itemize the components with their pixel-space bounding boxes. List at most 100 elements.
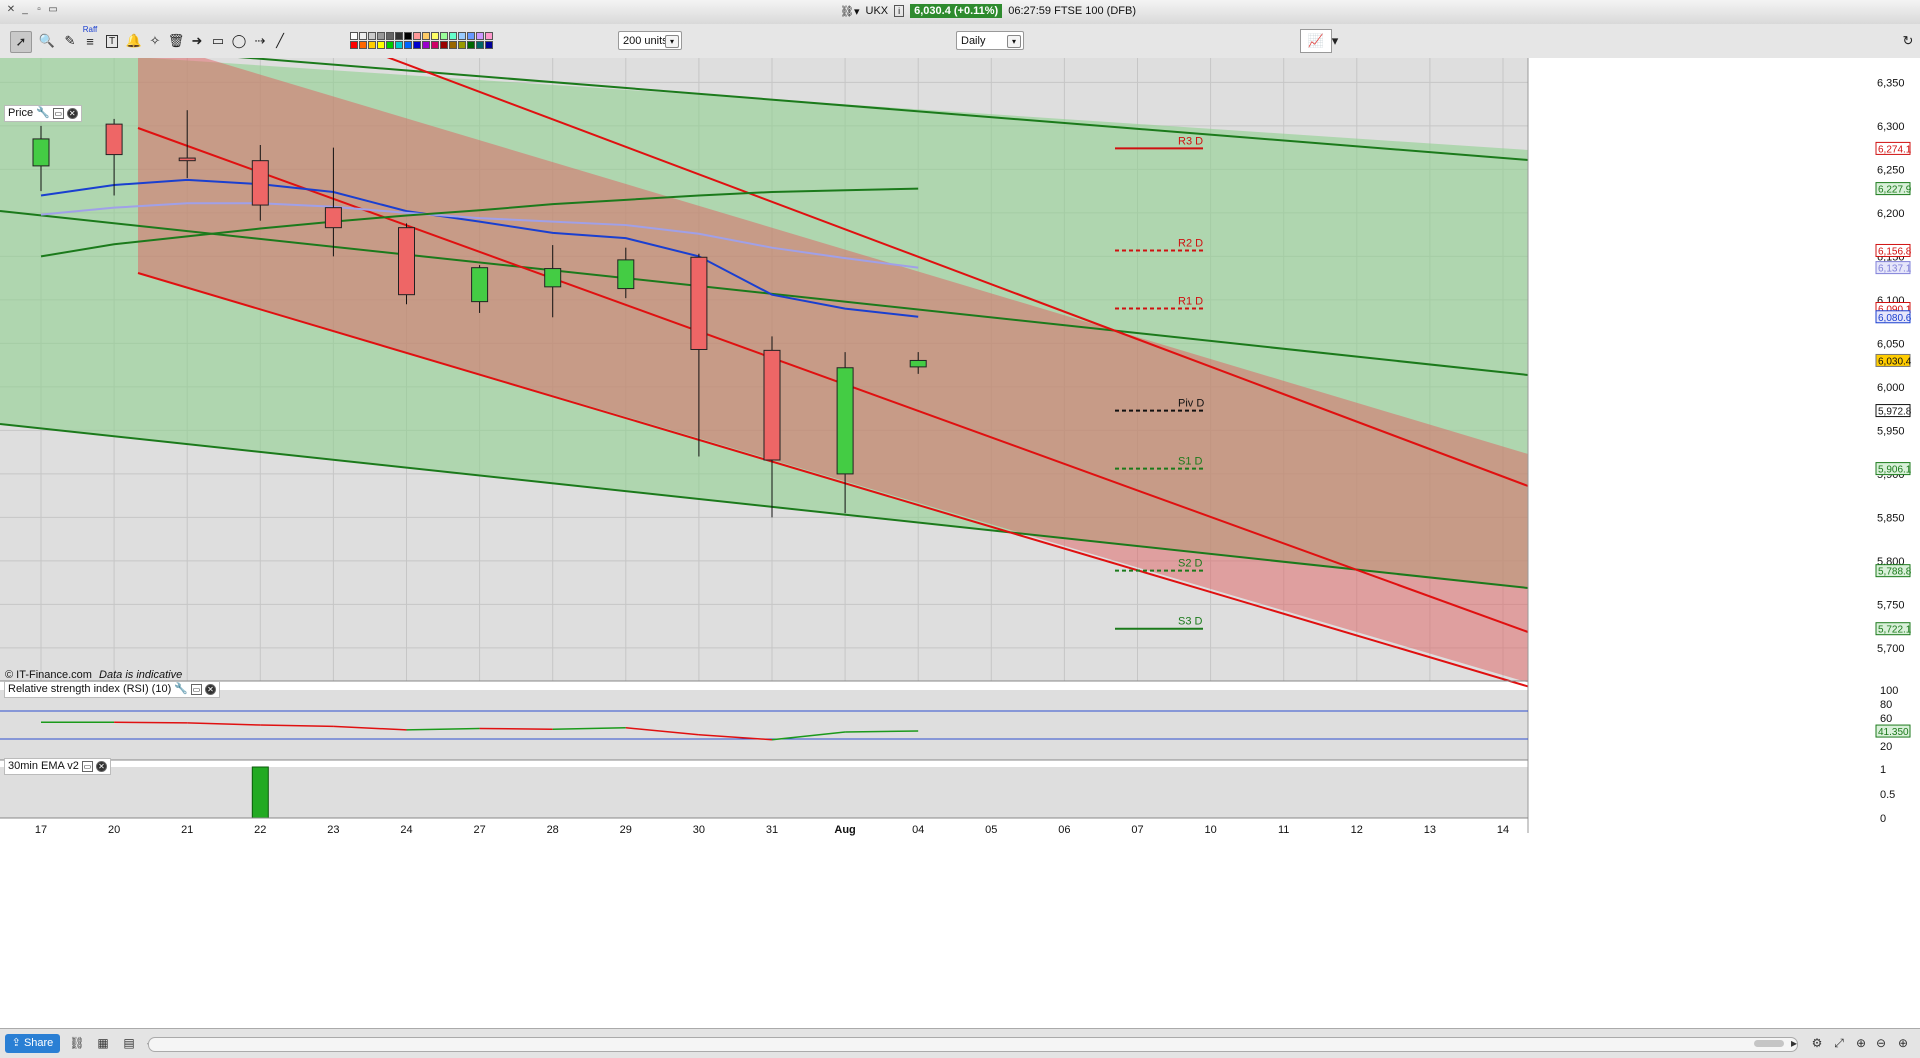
color-swatch[interactable] (350, 32, 358, 40)
panel-window-icon[interactable]: ▭ (190, 684, 202, 695)
candle-body (105, 123, 123, 156)
color-swatch[interactable] (449, 32, 457, 40)
color-swatch[interactable] (395, 32, 403, 40)
trend-line-tool-icon[interactable]: ╱ (270, 31, 290, 51)
magnifier-tool-icon[interactable]: 🔍 (37, 31, 57, 51)
restore-window-icon[interactable]: ▫ (34, 5, 44, 15)
color-swatch[interactable] (485, 32, 493, 40)
color-swatch[interactable] (476, 41, 484, 49)
close-icon[interactable]: ✕ (204, 684, 216, 695)
x-tick-label: Aug (834, 824, 855, 836)
color-swatch[interactable] (422, 32, 430, 40)
chart-svg[interactable]: R3 D R2 D R1 D Piv D S1 D S2 D S3 D 6,350 6,300 6… (0, 58, 1920, 1028)
zoom-out-icon[interactable]: ⊖ (1872, 1034, 1890, 1052)
color-swatch[interactable] (467, 32, 475, 40)
color-swatch[interactable] (404, 41, 412, 49)
close-icon[interactable]: ✕ (66, 108, 78, 119)
chevron-down-icon[interactable]: ▾ (1330, 31, 1340, 51)
color-swatch[interactable] (386, 41, 394, 49)
x-tick-label: 05 (985, 824, 997, 836)
color-swatch[interactable] (395, 41, 403, 49)
minimize-window-icon[interactable]: _ (20, 5, 30, 15)
scrollbar-thumb[interactable] (1754, 1040, 1784, 1047)
color-swatch[interactable] (413, 41, 421, 49)
rsi-value-label: 41.350 (1878, 727, 1909, 738)
x-tick-label: 06 (1058, 824, 1070, 836)
rectangle-tool-icon[interactable]: ▭ (208, 31, 228, 51)
info-icon[interactable]: i (894, 5, 905, 17)
chart-style-icon[interactable]: 📈 (1300, 29, 1332, 53)
color-swatch[interactable] (368, 41, 376, 49)
alert-bell-icon[interactable]: 🔔 (124, 31, 144, 51)
color-swatch[interactable] (386, 32, 394, 40)
close-window-icon[interactable]: ✕ (6, 5, 16, 15)
pointer-tool-icon[interactable]: ➚ (10, 31, 32, 53)
color-swatch[interactable] (368, 32, 376, 40)
zoom-in-icon[interactable]: ⊕ (1894, 1034, 1912, 1052)
wand-tool-icon[interactable]: ✧ (145, 31, 165, 51)
text-tool-icon[interactable]: T (102, 31, 122, 51)
window-controls: ✕ _ ▫ ▭ (6, 5, 58, 15)
refresh-icon[interactable]: ↻ (1898, 31, 1918, 51)
interval-select[interactable]: Daily ▾ (956, 31, 1024, 50)
color-swatch[interactable] (377, 41, 385, 49)
window-title: 06:27:59 FTSE 100 (DFB) (1008, 5, 1136, 17)
color-swatch[interactable] (413, 32, 421, 40)
color-swatch[interactable] (449, 41, 457, 49)
color-swatch[interactable] (485, 41, 493, 49)
ema-tick-label: 1 (1880, 764, 1886, 776)
price-tag-label: 6,274.1 (1878, 144, 1912, 155)
candle-body (398, 227, 415, 296)
x-tick-label: 29 (620, 824, 632, 836)
color-swatch[interactable] (404, 32, 412, 40)
share-button[interactable]: ⇪ Share (5, 1034, 60, 1053)
chart-area[interactable]: R3 D R2 D R1 D Piv D S1 D S2 D S3 D 6,350 6,300 6… (0, 58, 1920, 1028)
color-swatch[interactable] (440, 41, 448, 49)
color-swatch[interactable] (359, 41, 367, 49)
rsi-panel-title[interactable]: Relative strength index (RSI) (10) 🔧 ▭ ✕ (4, 681, 220, 698)
scroll-right-icon[interactable]: ▸ (1788, 1034, 1800, 1052)
chart-edit-icon[interactable]: ✎ (60, 31, 80, 51)
layout-icon[interactable]: ▤ (120, 1034, 138, 1052)
raff-channel-icon[interactable]: Raff ≡ (80, 25, 100, 51)
x-tick-label: 13 (1424, 824, 1436, 836)
color-swatch[interactable] (377, 32, 385, 40)
y-tick-label: 5,950 (1877, 425, 1905, 437)
ellipse-tool-icon[interactable]: ◯ (229, 31, 249, 51)
x-tick-label: 04 (912, 824, 924, 836)
wrench-icon[interactable]: 🔧 (174, 682, 188, 697)
color-swatch[interactable] (359, 32, 367, 40)
grid-icon[interactable]: ▦ (94, 1034, 112, 1052)
units-select[interactable]: 200 units ▾ (618, 31, 682, 50)
horizontal-line-tool-icon[interactable]: ⇢ (250, 31, 270, 51)
link-icon[interactable]: ⛓ (68, 1034, 86, 1052)
wrench-icon[interactable]: 🔧 (36, 106, 50, 121)
y-tick-label: 6,250 (1877, 164, 1905, 176)
chart-settings-icon[interactable]: ⚙ (1808, 1034, 1826, 1052)
y-tick-label: 6,300 (1877, 121, 1905, 133)
link-icon[interactable]: ⛓▾ (840, 5, 860, 18)
color-swatch[interactable] (476, 32, 484, 40)
price-panel-title[interactable]: Price 🔧 ▭ ✕ (4, 105, 82, 122)
color-swatch[interactable] (467, 41, 475, 49)
panel-window-icon[interactable]: ▭ (52, 108, 64, 119)
y-axis-bg (1528, 58, 1920, 833)
close-icon[interactable]: ✕ (95, 761, 107, 772)
ema-tick-label: 0 (1880, 813, 1886, 825)
color-swatch[interactable] (440, 32, 448, 40)
color-swatch[interactable] (422, 41, 430, 49)
maximize-window-icon[interactable]: ▭ (48, 5, 58, 15)
color-swatch[interactable] (431, 32, 439, 40)
panel-window-icon[interactable]: ▭ (81, 761, 93, 772)
fit-icon[interactable]: ⤢ (1830, 1034, 1848, 1052)
zoom-reset-icon[interactable]: ⊕ (1852, 1034, 1870, 1052)
color-swatch[interactable] (431, 41, 439, 49)
horizontal-scrollbar[interactable] (148, 1037, 1798, 1052)
color-swatch[interactable] (350, 41, 358, 49)
color-swatch[interactable] (458, 41, 466, 49)
arrow-tool-icon[interactable]: ➜ (187, 31, 207, 51)
x-tick-label: 24 (400, 824, 412, 836)
color-swatch[interactable] (458, 32, 466, 40)
ema-panel-title[interactable]: 30min EMA v2 ▭ ✕ (4, 758, 111, 775)
trash-icon[interactable]: 🗑 (166, 31, 186, 51)
